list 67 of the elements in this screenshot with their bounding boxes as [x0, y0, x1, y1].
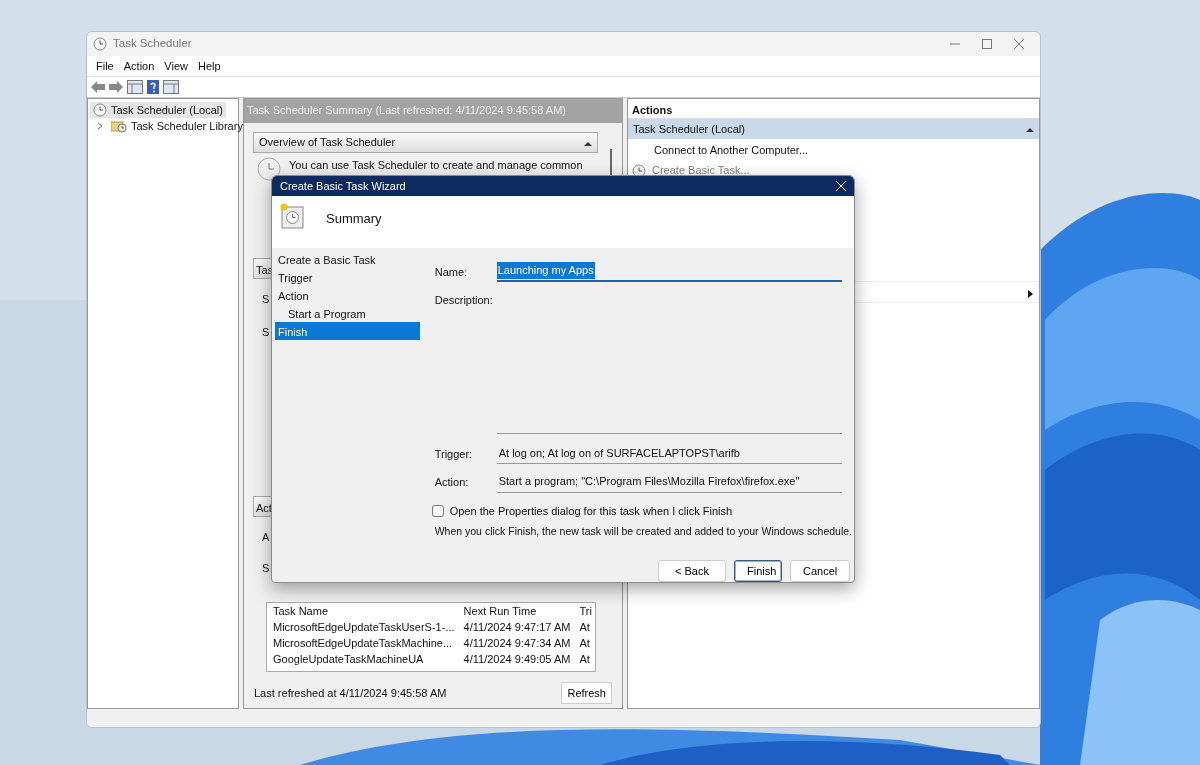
back-button[interactable]: < Back: [658, 560, 726, 582]
row-label: S: [262, 560, 271, 576]
clock-icon: [93, 103, 107, 117]
maximize-icon[interactable]: [982, 39, 992, 49]
info-text: When you click Finish, the new task will be created and added to your Windows schedule.: [434, 524, 852, 540]
section-title: Overview of Task Scheduler: [259, 135, 396, 151]
help-icon[interactable]: [147, 80, 159, 94]
menu-item[interactable]: Action: [118, 57, 160, 75]
field-label: Action:: [434, 475, 470, 491]
group-title: Task Scheduler (Local): [633, 121, 745, 137]
menu-item[interactable]: Help: [192, 57, 226, 75]
dialog-title: Create Basic Task Wizard: [280, 178, 406, 194]
table-cell-text: 4/11/2024 9:47:17 AM: [462, 620, 572, 635]
table-cell-text: 4/11/2024 9:49:05 AM: [462, 652, 572, 667]
field-value: Start a program; "C:\Program Files\Mozilla Firefox\firefox.exe": [496, 470, 842, 493]
table-cell-text: MicrosoftEdgeUpdateTaskUserS-1-...: [272, 620, 456, 635]
table-cell-text: MicrosoftEdgeUpdateTaskMachine...: [272, 636, 454, 651]
scrollbar[interactable]: [610, 149, 612, 177]
panel-icon[interactable]: [163, 80, 179, 94]
table-cell-text: At: [578, 636, 591, 651]
table-cell-text: 4/11/2024 9:47:34 AM: [462, 636, 572, 651]
wizard-step[interactable]: Create a Basic Task: [272, 250, 420, 269]
name-field[interactable]: Launching my Apps: [496, 260, 842, 282]
pane-header: Task Scheduler Summary (Last refreshed: 4/11/2024 9:45:58 AM): [244, 99, 622, 123]
menu-item[interactable]: File: [91, 57, 119, 75]
table-cell-text: At: [578, 652, 591, 667]
column-header[interactable]: Next Run Time: [457, 603, 574, 619]
menu-item[interactable]: View: [159, 57, 193, 75]
row-label: A: [262, 530, 271, 545]
field-value: At log on; At log on of SURFACELAPTOPST\arifb: [496, 441, 842, 465]
row-label: S: [262, 292, 271, 307]
table-cell-text: At: [578, 620, 591, 635]
chevron-icon[interactable]: [96, 122, 104, 130]
column-header[interactable]: Task Name: [267, 603, 458, 619]
refresh-button[interactable]: Refresh: [561, 681, 612, 705]
page-heading: Summary: [326, 209, 382, 228]
action-link[interactable]: Connect to Another Computer...: [628, 139, 1039, 159]
checkbox-label: Open the Properties dialog for this task when I click Finish: [449, 503, 733, 519]
back-icon[interactable]: [91, 81, 105, 93]
wizard-step[interactable]: Start a Program: [272, 304, 420, 323]
cancel-button[interactable]: Cancel: [790, 560, 850, 582]
wizard-step[interactable]: Finish: [275, 322, 420, 341]
tree-item[interactable]: Task Scheduler Library: [108, 118, 246, 134]
table-cell-text: GoogleUpdateTaskMachineUA: [272, 652, 425, 667]
field-label: Description:: [434, 292, 494, 308]
wizard-step[interactable]: Trigger: [272, 268, 420, 287]
wizard-step[interactable]: Action: [272, 286, 420, 305]
window-title: Task Scheduler: [113, 36, 192, 52]
collapse-icon[interactable]: [1026, 126, 1034, 132]
tree-item[interactable]: Task Scheduler (Local): [90, 102, 226, 118]
submenu-arrow-icon[interactable]: [1028, 289, 1033, 298]
finish-button[interactable]: Finish: [734, 560, 782, 582]
field-label: Trigger:: [434, 446, 474, 462]
field-label: Name:: [434, 265, 469, 281]
refresh-status: Last refreshed at 4/11/2024 9:45:58 AM: [254, 685, 447, 701]
calendar-clock-icon: [280, 202, 304, 229]
folder-clock-icon: [111, 119, 127, 133]
section-header[interactable]: Overview of Task Scheduler: [253, 132, 598, 153]
overview-text: You can use Task Scheduler to create and manage common: [289, 158, 583, 173]
action-group[interactable]: Task Scheduler (Local): [628, 119, 1039, 139]
row-label: S: [262, 324, 271, 340]
collapse-icon[interactable]: [584, 139, 592, 146]
panel-icon[interactable]: [127, 80, 143, 94]
checkbox[interactable]: [431, 505, 444, 517]
column-header[interactable]: Tri: [573, 603, 595, 619]
clock-icon: [93, 37, 107, 51]
forward-icon[interactable]: [109, 81, 123, 93]
